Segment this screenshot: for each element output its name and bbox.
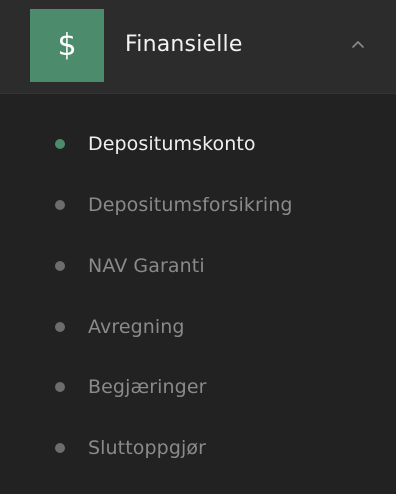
- bullet-dot: [55, 443, 65, 453]
- sidebar: $ Finansielle Depositumskonto Depositums…: [0, 0, 396, 494]
- bullet-dot: [55, 322, 65, 332]
- menu-item-label: Depositumskonto: [88, 133, 256, 155]
- menu-item-depositumskonto[interactable]: Depositumskonto: [0, 124, 396, 164]
- menu-item-label: Sluttoppgjør: [88, 437, 207, 459]
- menu-item-label: Avregning: [88, 316, 185, 338]
- bullet-dot: [55, 261, 65, 271]
- menu-item-label: NAV Garanti: [88, 255, 205, 277]
- menu-item-begjaeringer[interactable]: Begjæringer: [0, 367, 396, 407]
- section-header-finansielle[interactable]: $ Finansielle: [0, 0, 396, 94]
- chevron-up-icon[interactable]: [350, 38, 366, 50]
- section-title: Finansielle: [125, 32, 243, 57]
- menu-item-avregning[interactable]: Avregning: [0, 307, 396, 347]
- active-indicator-dot: [55, 139, 65, 149]
- bullet-dot: [55, 382, 65, 392]
- menu-item-sluttoppgjor[interactable]: Sluttoppgjør: [0, 428, 396, 468]
- dollar-icon-tile: $: [30, 9, 104, 82]
- menu-item-nav-garanti[interactable]: NAV Garanti: [0, 246, 396, 286]
- menu-item-label: Begjæringer: [88, 376, 207, 398]
- bullet-dot: [55, 200, 65, 210]
- menu-item-depositumsforsikring[interactable]: Depositumsforsikring: [0, 185, 396, 225]
- menu-item-label: Depositumsforsikring: [88, 194, 293, 216]
- dollar-icon: $: [57, 27, 77, 63]
